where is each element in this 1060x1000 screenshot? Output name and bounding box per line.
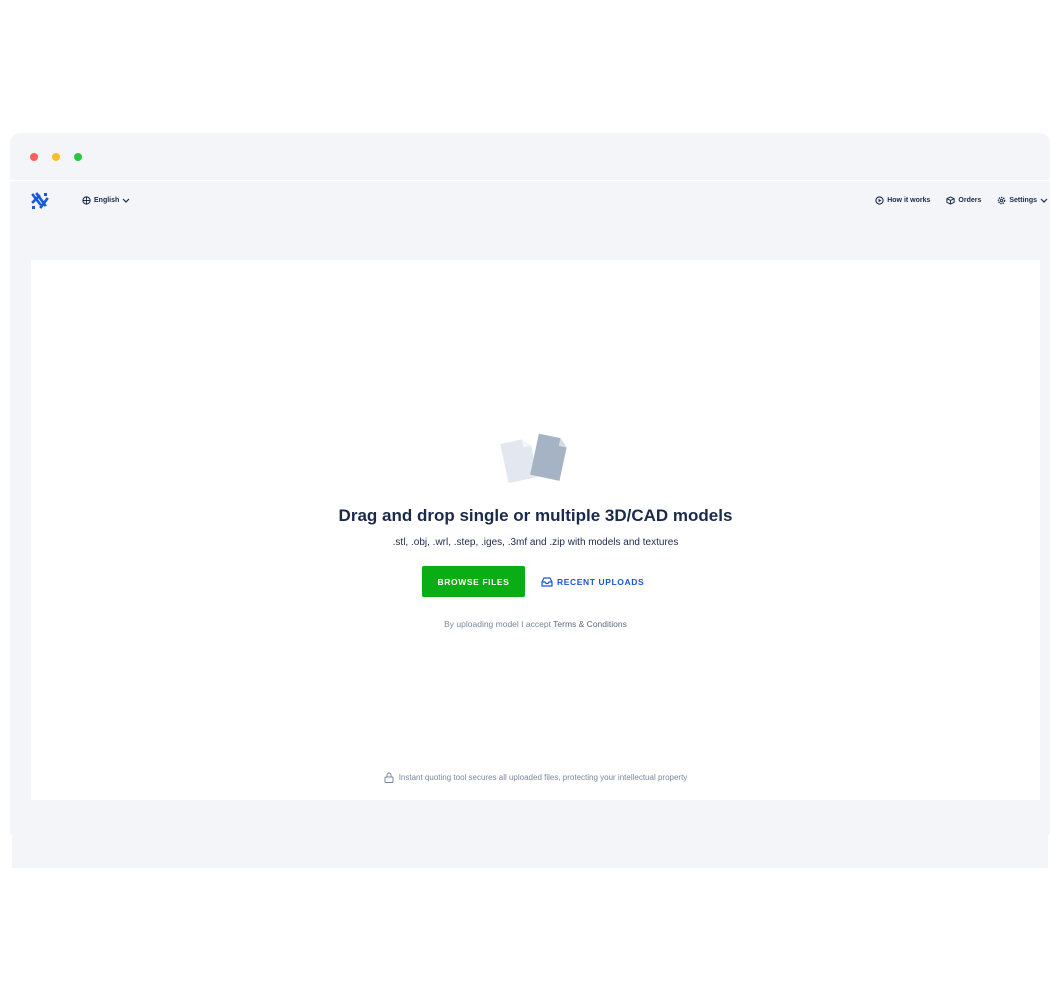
chevron-down-icon <box>1040 198 1048 203</box>
lock-icon <box>384 772 394 783</box>
upload-title: Drag and drop single or multiple 3D/CAD … <box>338 506 733 525</box>
browse-files-button[interactable]: BROWSE FILES <box>422 566 525 597</box>
browser-window: English How it works Orders Settings Dra… <box>10 133 1050 835</box>
play-circle-icon <box>875 196 884 205</box>
nav-settings[interactable]: Settings <box>997 196 1048 205</box>
globe-icon <box>82 196 91 205</box>
top-nav: How it works Orders Settings <box>875 196 1048 205</box>
recent-uploads-label: RECENT UPLOADS <box>557 576 645 587</box>
box-icon <box>946 196 956 205</box>
nav-label: How it works <box>887 197 931 204</box>
nav-how-it-works[interactable]: How it works <box>875 196 930 205</box>
close-window-button[interactable] <box>30 153 38 161</box>
logo-icon[interactable] <box>31 192 49 210</box>
inbox-icon <box>541 576 553 587</box>
minimize-window-button[interactable] <box>52 153 60 161</box>
supported-formats: .stl, .obj, .wrl, .step, .iges, .3mf and… <box>392 537 679 548</box>
app-header: English How it works Orders Settings <box>10 181 1050 221</box>
language-selector[interactable]: English <box>82 196 130 205</box>
language-label: English <box>94 197 120 204</box>
security-note: Instant quoting tool secures all uploade… <box>398 773 688 782</box>
upload-dropzone[interactable]: Drag and drop single or multiple 3D/CAD … <box>31 260 1040 800</box>
gear-icon <box>998 196 1006 205</box>
nav-label: Settings <box>1009 197 1037 204</box>
files-icon <box>500 433 567 484</box>
terms-prefix: By uploading model I accept <box>444 619 551 629</box>
title-bar <box>10 133 1050 181</box>
terms-link[interactable]: Terms & Conditions <box>553 619 627 629</box>
recent-uploads-button[interactable]: RECENT UPLOADS <box>541 577 644 587</box>
nav-label: Orders <box>958 197 982 204</box>
nav-orders[interactable]: Orders <box>946 196 981 205</box>
maximize-window-button[interactable] <box>74 153 82 161</box>
chevron-down-icon <box>122 198 130 203</box>
